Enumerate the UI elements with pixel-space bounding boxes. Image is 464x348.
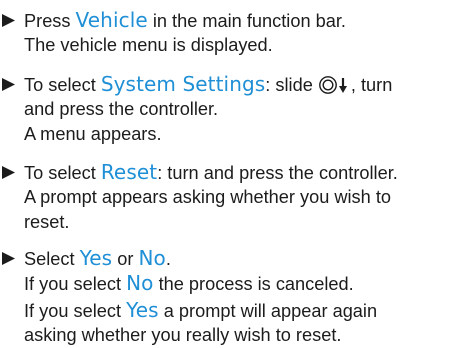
step-4-line-2: If you select No the process is canceled… xyxy=(24,271,354,295)
step-bullet-icon xyxy=(2,246,16,271)
step-bullet-icon xyxy=(2,160,16,185)
step-3-line-3: reset. xyxy=(24,212,70,232)
keyword-system-settings: System Settings xyxy=(100,72,266,96)
step-2-line-1: To select System Settings: slide , turn xyxy=(24,72,393,96)
instruction-page: Press Vehicle in the main function bar. … xyxy=(0,0,464,346)
step-2-line-2: and press the controller. xyxy=(24,99,219,119)
step-1-line-2: The vehicle menu is displayed. xyxy=(24,35,273,55)
step-4-line-1: Select Yes or No. xyxy=(24,246,171,270)
step-bullet-icon xyxy=(2,72,16,97)
step-3-line-2: A prompt appears asking whether you wish… xyxy=(24,187,391,207)
step-4-line-3: If you select Yes a prompt will appear a… xyxy=(24,298,378,322)
step-bullet-icon xyxy=(2,8,16,33)
step-2-line-3: A menu appears. xyxy=(24,124,162,144)
keyword-no: No xyxy=(138,246,166,270)
step-1-line-1: Press Vehicle in the main function bar. xyxy=(24,8,346,32)
keyword-no: No xyxy=(126,271,154,295)
keyword-yes: Yes xyxy=(79,246,113,270)
controller-slide-down-icon xyxy=(318,76,351,94)
step-4-line-4: asking whether you really wish to reset. xyxy=(24,325,342,345)
step-3-line-1: To select Reset: turn and press the cont… xyxy=(24,160,398,184)
keyword-reset: Reset xyxy=(100,160,158,184)
keyword-vehicle: Vehicle xyxy=(75,8,148,32)
keyword-yes: Yes xyxy=(126,298,159,322)
